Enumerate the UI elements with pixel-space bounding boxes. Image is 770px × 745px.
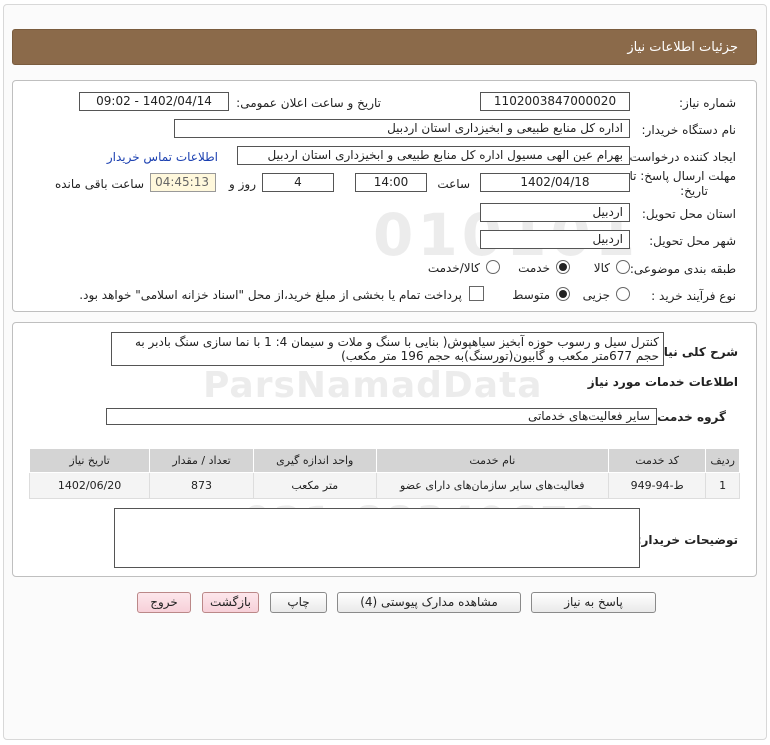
reply-button[interactable]: پاسخ به نیاز — [531, 592, 656, 613]
category-radio-goods[interactable] — [616, 260, 630, 274]
buyer-notes-field — [114, 508, 640, 568]
col-header-row-number: ردیف — [705, 448, 740, 473]
city-field: اردبیل — [480, 230, 630, 249]
deadline-date-field: 1402/04/18 — [480, 173, 630, 192]
back-button[interactable]: بازگشت — [202, 592, 259, 613]
category-option-service: خدمت — [518, 261, 550, 275]
watermark-text: ParsNamadData — [203, 365, 543, 406]
print-button[interactable]: چاپ — [270, 592, 327, 613]
cell-service-name: فعالیت‌های سایر سازمان‌های دارای عضو — [375, 472, 609, 499]
category-label: طبقه بندی موضوعی: — [629, 262, 736, 276]
description-field: کنترل سیل و رسوب حوزه آبخیز سیاهپوش( بنا… — [111, 332, 664, 366]
col-header-service-code: کد خدمت — [607, 448, 707, 473]
remaining-time-field: 04:45:13 — [150, 173, 216, 192]
services-section-title: اطلاعات خدمات مورد نیاز — [587, 375, 738, 389]
creator-field: بهرام عین الهی مسیول اداره کل منابع طبیع… — [237, 146, 630, 165]
page-title: جزئیات اطلاعات نیاز — [12, 29, 757, 65]
table-header-row: ردیف کد خدمت نام خدمت واحد اندازه گیری ت… — [28, 448, 740, 473]
general-info-panel: ParsNamadData 021-88349670 شرح کلی نیاز:… — [12, 322, 757, 577]
need-info-panel: 010101 شماره نیاز: 1102003847000020 تاری… — [12, 80, 757, 312]
process-option-medium: متوسط — [512, 288, 550, 302]
category-option-goods-service: کالا/خدمت — [427, 261, 480, 275]
remaining-days-field: 4 — [262, 173, 334, 192]
col-header-service-name: نام خدمت — [375, 448, 609, 473]
buyer-notes-label: توضیحات خریدار: — [636, 533, 738, 547]
deadline-label: مهلت ارسال پاسخ: تا — [629, 169, 736, 183]
buyer-org-label: نام دستگاه خریدار: — [641, 123, 737, 137]
table-row: 1 ط-94-949 فعالیت‌های سایر سازمان‌های دا… — [28, 472, 740, 499]
remaining-days-label: روز و — [229, 177, 256, 191]
description-label: شرح کلی نیاز: — [652, 345, 738, 359]
col-header-quantity: تعداد / مقدار — [149, 448, 254, 473]
cell-need-date: 1402/06/20 — [28, 472, 151, 499]
deadline-time-field: 14:00 — [355, 173, 427, 192]
buyer-contact-link[interactable]: اطلاعات تماس خریدار — [107, 150, 218, 164]
col-header-unit: واحد اندازه گیری — [252, 448, 377, 473]
services-table: ردیف کد خدمت نام خدمت واحد اندازه گیری ت… — [28, 448, 740, 499]
category-radio-service[interactable] — [556, 260, 570, 274]
announce-datetime-label: تاریخ و ساعت اعلان عمومی: — [236, 96, 381, 110]
cell-row-number: 1 — [705, 472, 740, 499]
col-header-need-date: تاریخ نیاز — [28, 448, 151, 473]
city-label: شهر محل تحویل: — [649, 234, 736, 248]
creator-label: ایجاد کننده درخواست: — [625, 150, 736, 164]
process-option-minor: جزیی — [582, 288, 610, 302]
attachments-button[interactable]: مشاهده مدارک پیوستی (4) — [337, 592, 521, 613]
remaining-time-label: ساعت باقی مانده — [54, 177, 144, 191]
need-number-label: شماره نیاز: — [679, 96, 736, 110]
cell-unit: متر مکعب — [252, 472, 377, 499]
need-number-field: 1102003847000020 — [480, 92, 630, 111]
deadline-date-label: تاریخ: — [680, 184, 708, 198]
province-field: اردبیل — [480, 203, 630, 222]
deadline-time-label: ساعت — [437, 177, 470, 191]
process-radio-medium[interactable] — [556, 287, 570, 301]
cell-quantity: 873 — [149, 472, 254, 499]
treasury-payment-checkbox[interactable] — [469, 286, 484, 301]
buyer-org-field: اداره کل منابع طبیعی و ابخیزداری استان ا… — [174, 119, 630, 138]
category-radio-goods-service[interactable] — [486, 260, 500, 274]
cell-service-code: ط-94-949 — [607, 472, 707, 499]
exit-button[interactable]: خروج — [137, 592, 191, 613]
service-group-label: گروه خدمت: — [652, 410, 726, 424]
treasury-payment-note: پرداخت تمام یا بخشی از مبلغ خرید،از محل … — [79, 288, 462, 302]
province-label: استان محل تحویل: — [641, 207, 736, 221]
process-label: نوع فرآیند خرید : — [651, 289, 736, 303]
category-option-goods: کالا — [593, 261, 610, 275]
process-radio-minor[interactable] — [616, 287, 630, 301]
service-group-field: سایر فعالیت‌های خدماتی — [106, 408, 657, 425]
announce-datetime-field: 1402/04/14 - 09:02 — [79, 92, 229, 111]
